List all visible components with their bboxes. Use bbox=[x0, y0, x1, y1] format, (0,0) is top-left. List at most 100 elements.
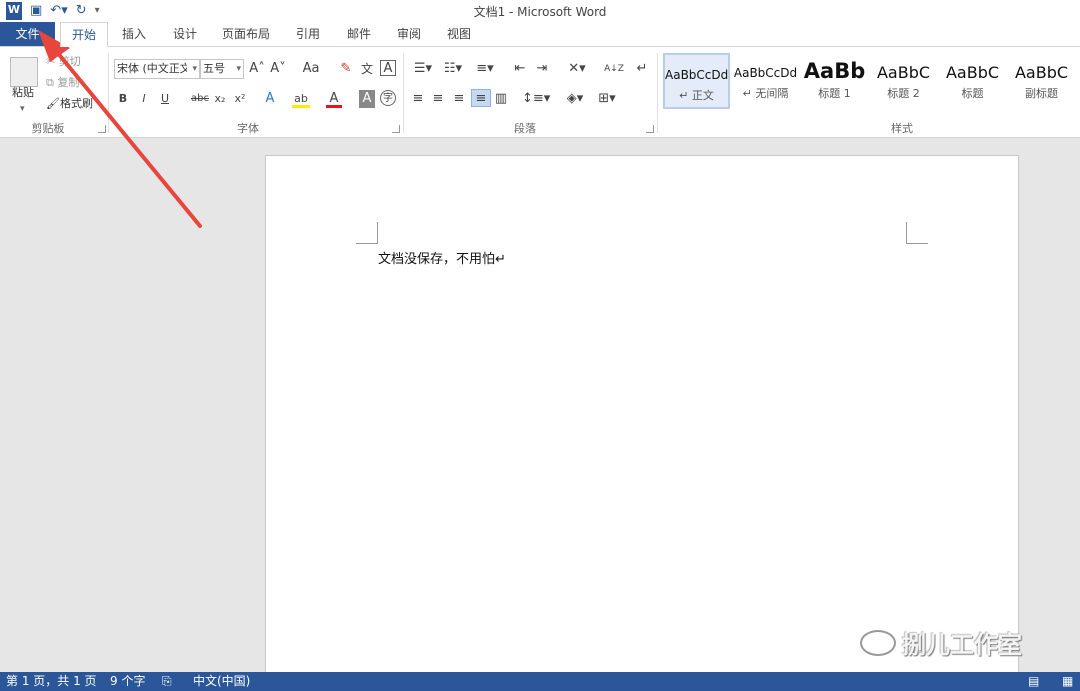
copy-icon: ⧉ bbox=[46, 76, 58, 89]
group-divider bbox=[108, 53, 109, 133]
bullets-icon[interactable]: ☰▾ bbox=[410, 60, 436, 78]
crop-mark-right bbox=[906, 222, 928, 244]
watermark-text: 捌儿工作室 bbox=[902, 631, 1022, 659]
window-title: 文档1 - Microsoft Word bbox=[473, 5, 607, 19]
text-effects-icon[interactable]: A bbox=[262, 90, 278, 108]
copy-button[interactable]: ⧉ 复制 bbox=[46, 75, 79, 93]
style-heading-2[interactable]: AaBbC 标题 2 bbox=[870, 53, 937, 109]
tab-home[interactable]: 开始 bbox=[60, 22, 108, 47]
tab-file[interactable]: 文件 bbox=[0, 22, 55, 46]
style-sample: AaBbC bbox=[945, 63, 1000, 82]
style-name: 标题 bbox=[961, 87, 984, 100]
copy-label: 复制 bbox=[57, 76, 80, 89]
tab-mailings[interactable]: 邮件 bbox=[337, 22, 381, 46]
numbering-icon[interactable]: ☷▾ bbox=[440, 60, 466, 78]
style-sample: AaBbC bbox=[876, 63, 931, 82]
page-count-status[interactable]: 第 1 页，共 1 页 bbox=[6, 672, 97, 691]
font-name-value: 宋体 (中文正文) bbox=[117, 62, 187, 75]
decrease-indent-icon[interactable]: ⇤ bbox=[512, 60, 528, 78]
underline-icon[interactable]: U bbox=[158, 90, 172, 108]
character-border-icon[interactable]: A bbox=[380, 60, 396, 76]
tab-references[interactable]: 引用 bbox=[286, 22, 330, 46]
multilevel-list-icon[interactable]: ≡▾ bbox=[472, 60, 498, 78]
ribbon-home: 粘贴 ▾ ✂ 剪切 ⧉ 复制 🖌格式刷 剪贴板 宋体 (中文正文) 五号 A˄ … bbox=[0, 46, 1080, 138]
style-name: ↵ 无间隔 bbox=[742, 87, 789, 100]
clipboard-launcher-icon[interactable] bbox=[98, 125, 106, 133]
tab-view[interactable]: 视图 bbox=[437, 22, 481, 46]
strikethrough-icon[interactable]: abc bbox=[190, 90, 210, 108]
align-center-icon[interactable]: ≡ bbox=[430, 90, 446, 108]
italic-icon[interactable]: I bbox=[137, 90, 151, 108]
subscript-icon[interactable]: x₂ bbox=[212, 90, 228, 108]
font-launcher-icon[interactable] bbox=[392, 125, 400, 133]
styles-group-label: 样式 bbox=[891, 122, 913, 135]
style-name: 标题 2 bbox=[887, 87, 920, 100]
word-count-status[interactable]: 9 个字 bbox=[110, 672, 145, 691]
print-layout-icon[interactable]: ▦ bbox=[1062, 672, 1073, 691]
font-group-label: 字体 bbox=[237, 122, 259, 135]
document-page[interactable]: 文档没保存，不用怕↵ bbox=[265, 155, 1019, 691]
font-name-select[interactable]: 宋体 (中文正文) bbox=[114, 59, 200, 79]
title-bar: W ▣ ↶▾ ↻ ▾ 文档1 - Microsoft Word bbox=[0, 0, 1080, 22]
highlight-icon[interactable]: ab bbox=[292, 90, 310, 108]
cut-button[interactable]: ✂ 剪切 bbox=[46, 54, 81, 72]
bold-icon[interactable]: B bbox=[116, 90, 130, 108]
group-divider bbox=[657, 53, 658, 133]
paste-icon[interactable] bbox=[10, 57, 38, 87]
phonetic-guide-icon[interactable]: 文 bbox=[359, 60, 375, 78]
document-canvas: 文档没保存，不用怕↵ bbox=[0, 138, 1080, 691]
clipboard-group-label: 剪贴板 bbox=[31, 122, 65, 135]
font-size-value: 五号 bbox=[203, 62, 225, 75]
align-left-icon[interactable]: ≡ bbox=[410, 90, 426, 108]
crop-mark-left bbox=[356, 222, 378, 244]
change-case-icon[interactable]: Aa bbox=[298, 60, 324, 78]
tab-review[interactable]: 审阅 bbox=[387, 22, 431, 46]
paragraph-group-label: 段落 bbox=[514, 122, 536, 135]
proofing-icon[interactable]: ⎘ bbox=[162, 672, 172, 691]
style-normal[interactable]: AaBbCcDd ↵ 正文 bbox=[663, 53, 730, 109]
style-title[interactable]: AaBbC 标题 bbox=[939, 53, 1006, 109]
ribbon-tabs: 文件 开始 插入 设计 页面布局 引用 邮件 审阅 视图 bbox=[0, 22, 1080, 47]
style-subtitle[interactable]: AaBbC 副标题 bbox=[1008, 53, 1075, 109]
style-name: 标题 1 bbox=[818, 87, 851, 100]
format-painter-button[interactable]: 🖌格式刷 bbox=[46, 96, 93, 114]
clear-formatting-icon[interactable]: ✎ bbox=[338, 60, 354, 78]
cut-label: 剪切 bbox=[58, 55, 81, 68]
asian-layout-icon[interactable]: ✕▾ bbox=[564, 60, 590, 78]
style-no-spacing[interactable]: AaBbCcDd ↵ 无间隔 bbox=[732, 53, 799, 109]
tab-insert[interactable]: 插入 bbox=[112, 22, 156, 46]
line-spacing-icon[interactable]: ↕≡▾ bbox=[522, 90, 550, 108]
cut-icon: ✂ bbox=[46, 55, 59, 68]
style-name: ↵ 正文 bbox=[679, 89, 714, 102]
language-status[interactable]: 中文(中国) bbox=[193, 672, 250, 691]
show-marks-icon[interactable]: ↵ bbox=[634, 60, 650, 78]
group-divider bbox=[403, 53, 404, 133]
font-size-select[interactable]: 五号 bbox=[200, 59, 244, 79]
shading-icon[interactable]: ◈▾ bbox=[562, 90, 588, 108]
justify-icon[interactable]: ≡ bbox=[471, 89, 491, 107]
distributed-icon[interactable]: ▥ bbox=[493, 90, 509, 108]
tab-page-layout[interactable]: 页面布局 bbox=[214, 22, 278, 46]
align-right-icon[interactable]: ≡ bbox=[451, 90, 467, 108]
style-sample: AaBb bbox=[803, 59, 866, 83]
shrink-font-icon[interactable]: A˅ bbox=[270, 60, 286, 78]
superscript-icon[interactable]: x² bbox=[232, 90, 248, 108]
wechat-icon bbox=[860, 629, 896, 656]
font-color-icon[interactable]: A bbox=[326, 90, 342, 108]
enclose-characters-icon[interactable]: 字 bbox=[380, 90, 396, 106]
document-body-text[interactable]: 文档没保存，不用怕↵ bbox=[378, 248, 506, 267]
sort-icon[interactable]: A↓Z bbox=[603, 60, 625, 78]
styles-gallery: AaBbCcDd ↵ 正文 AaBbCcDd ↵ 无间隔 AaBb 标题 1 A… bbox=[663, 53, 1075, 111]
character-shading-icon[interactable]: A bbox=[359, 90, 375, 108]
paste-dropdown-icon[interactable]: ▾ bbox=[20, 101, 25, 119]
brush-icon: 🖌 bbox=[46, 97, 60, 110]
style-name: 副标题 bbox=[1025, 87, 1058, 100]
read-mode-icon[interactable]: ▤ bbox=[1028, 672, 1039, 691]
paragraph-launcher-icon[interactable] bbox=[646, 125, 654, 133]
increase-indent-icon[interactable]: ⇥ bbox=[534, 60, 550, 78]
style-heading-1[interactable]: AaBb 标题 1 bbox=[801, 53, 868, 109]
grow-font-icon[interactable]: A˄ bbox=[249, 60, 265, 78]
tab-design[interactable]: 设计 bbox=[163, 22, 207, 46]
borders-icon[interactable]: ⊞▾ bbox=[594, 90, 620, 108]
status-bar: 第 1 页，共 1 页 9 个字 ⎘ 中文(中国) ▤ ▦ bbox=[0, 672, 1080, 691]
